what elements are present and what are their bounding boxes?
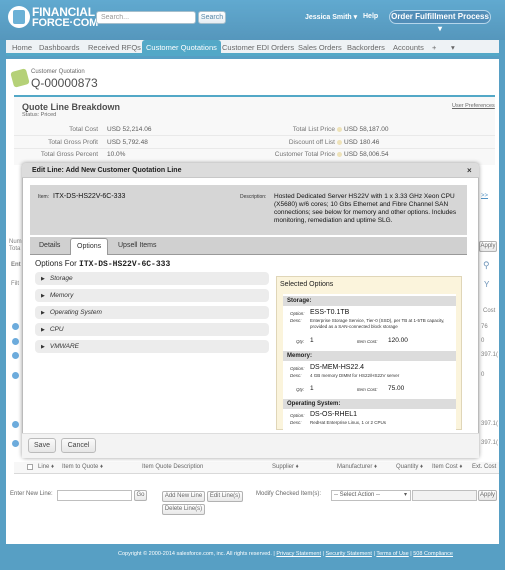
expand-triangle-icon: ▶ (41, 276, 45, 282)
cost-key: Item Cost: (357, 387, 378, 392)
qty-value: 1 (310, 337, 314, 344)
modal-title: Edit Line: Add New Customer Quotation Li… (32, 167, 182, 174)
option-key: Option: (290, 366, 305, 371)
item-label: Item: (38, 194, 50, 200)
cancel-button[interactable]: Cancel (61, 438, 96, 453)
category-label: Storage (49, 275, 73, 282)
qty-key: Qty: (296, 339, 305, 344)
expand-triangle-icon: ▶ (41, 293, 45, 299)
option-value: ESS-T0.1TB (310, 309, 350, 316)
category-storage[interactable]: ▶ Storage (35, 272, 269, 285)
selected-options-list[interactable] (283, 294, 456, 430)
desc-key: Desc: (290, 373, 302, 378)
category-label: Operating System (49, 309, 102, 316)
option-key: Option: (290, 311, 305, 316)
selected-group-header: Storage: (283, 296, 456, 306)
expand-triangle-icon: ▶ (41, 310, 45, 316)
category-vmware[interactable]: ▶ VMWARE (35, 340, 269, 353)
cost-value: 120.00 (388, 337, 408, 344)
selected-options-title: Selected Options (280, 281, 334, 288)
category-label: Memory (49, 292, 74, 299)
selected-group-header: Operating System: (283, 399, 456, 409)
description-value: Hosted Dedicated Server HS22V with 1 x 3… (274, 193, 457, 224)
options-for-label: Options For (35, 259, 77, 268)
selected-group-header: Memory: (283, 351, 456, 361)
expand-triangle-icon: ▶ (41, 327, 45, 333)
category-operating-system[interactable]: ▶ Operating System (35, 306, 269, 319)
options-for-item: ITX-DS-HS22V-6C-333 (79, 260, 171, 269)
category-label: CPU (49, 326, 64, 333)
option-value: DS-OS-RHEL1 (310, 411, 358, 418)
tab-upsell-items[interactable]: Upsell Items (112, 238, 163, 255)
category-label: VMWARE (49, 343, 79, 350)
save-button[interactable]: Save (28, 438, 56, 453)
expand-triangle-icon: ▶ (41, 344, 45, 350)
cost-value: 75.00 (388, 385, 405, 392)
tab-details[interactable]: Details (33, 238, 66, 255)
category-memory[interactable]: ▶ Memory (35, 289, 269, 302)
option-value: DS-MEM-HS22.4 (310, 364, 365, 371)
desc-key: Desc: (290, 318, 302, 323)
cost-key: Item Cost: (357, 339, 378, 344)
tab-options[interactable]: Options (70, 238, 109, 255)
options-for-heading: Options For ITX-DS-HS22V-6C-333 (35, 259, 170, 269)
option-desc: Enterprise Storage Service, Tier-0 (SSD)… (310, 318, 445, 329)
description-label: Description: (240, 194, 267, 200)
option-desc: 4 GB memory DIMM for HS22/HS22V server (310, 373, 400, 378)
qty-key: Qty: (296, 387, 305, 392)
option-desc: RedHat Enterprise Linux, 1 or 2 CPUs (310, 420, 387, 425)
item-value: ITX-DS-HS22V-6C-333 (53, 193, 126, 200)
desc-key: Desc: (290, 420, 302, 425)
qty-value: 1 (310, 385, 314, 392)
category-cpu[interactable]: ▶ CPU (35, 323, 269, 336)
option-key: Option: (290, 413, 305, 418)
close-icon[interactable]: × (467, 166, 472, 175)
